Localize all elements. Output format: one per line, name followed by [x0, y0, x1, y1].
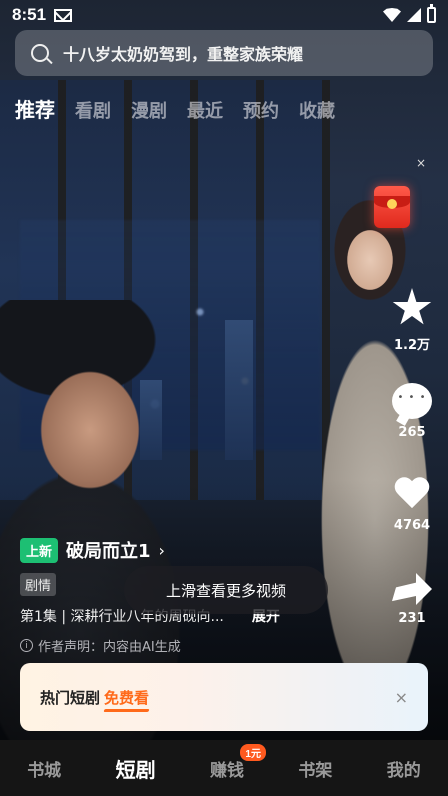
red-packet-icon[interactable]: [374, 186, 410, 228]
share-icon: [392, 573, 432, 605]
swipe-hint-toast: 上滑查看更多视频: [124, 566, 328, 614]
nav-bookshelf[interactable]: 书架: [298, 756, 332, 781]
nav-earn[interactable]: 赚钱 1元: [209, 743, 266, 781]
red-packet-close-icon[interactable]: ×: [416, 156, 426, 170]
like-count: 4764: [393, 518, 431, 533]
nav-bookstore[interactable]: 书城: [27, 756, 61, 781]
heart-icon: [393, 478, 431, 512]
promo-banner[interactable]: 热门短剧 免费看 ×: [20, 663, 428, 731]
nav-short-drama[interactable]: 短剧: [116, 754, 156, 783]
battery-icon: [427, 4, 436, 23]
share-button[interactable]: 231: [390, 573, 434, 626]
star-icon: [392, 288, 432, 325]
search-icon: [31, 44, 49, 62]
info-icon: i: [20, 639, 33, 652]
mail-icon: [54, 8, 73, 22]
genre-tag[interactable]: 剧情: [20, 573, 57, 596]
bottom-nav: 书城 短剧 赚钱 1元 书架 我的: [0, 740, 448, 796]
new-badge: 上新: [20, 537, 59, 563]
search-suggestion: 十八岁太奶奶驾到，重整家族荣耀: [63, 45, 304, 64]
comment-icon: [392, 383, 432, 419]
wifi-icon: [383, 8, 401, 22]
tab-watch[interactable]: 看剧: [75, 97, 111, 123]
status-bar: 8:51: [0, 0, 448, 30]
earn-badge: 1元: [240, 743, 266, 761]
share-count: 231: [398, 611, 426, 626]
nav-earn-label: 赚钱: [209, 760, 244, 781]
tab-comic[interactable]: 漫剧: [131, 97, 167, 123]
signal-icon: [407, 8, 421, 22]
nav-profile[interactable]: 我的: [387, 756, 421, 781]
tab-reserve[interactable]: 预约: [243, 97, 279, 123]
like-button[interactable]: 4764: [390, 478, 434, 533]
tab-recommend[interactable]: 推荐: [15, 94, 55, 123]
promo-title: 热门短剧: [40, 688, 101, 707]
ai-disclaimer: i 作者声明：内容由AI生成: [20, 636, 350, 655]
favorite-button[interactable]: 1.2万: [390, 288, 434, 353]
tab-recent[interactable]: 最近: [187, 97, 223, 123]
tab-favorites[interactable]: 收藏: [299, 97, 335, 123]
favorite-count: 1.2万: [393, 338, 431, 353]
disclaimer-text: 作者声明：内容由AI生成: [38, 640, 181, 655]
search-bar[interactable]: 十八岁太奶奶驾到，重整家族荣耀: [15, 30, 433, 76]
chevron-right-icon: ›: [158, 540, 165, 560]
title-row[interactable]: 上新 破局而立1 ›: [20, 537, 350, 563]
drama-title[interactable]: 破局而立1: [66, 537, 151, 563]
promo-free-label: 免费看: [104, 688, 150, 707]
close-icon[interactable]: ×: [395, 688, 408, 707]
status-time: 8:51: [12, 5, 47, 24]
top-tabs: 推荐 看剧 漫剧 最近 预约 收藏: [15, 94, 335, 123]
comment-button[interactable]: 265: [390, 383, 434, 440]
comment-count: 265: [398, 425, 426, 440]
